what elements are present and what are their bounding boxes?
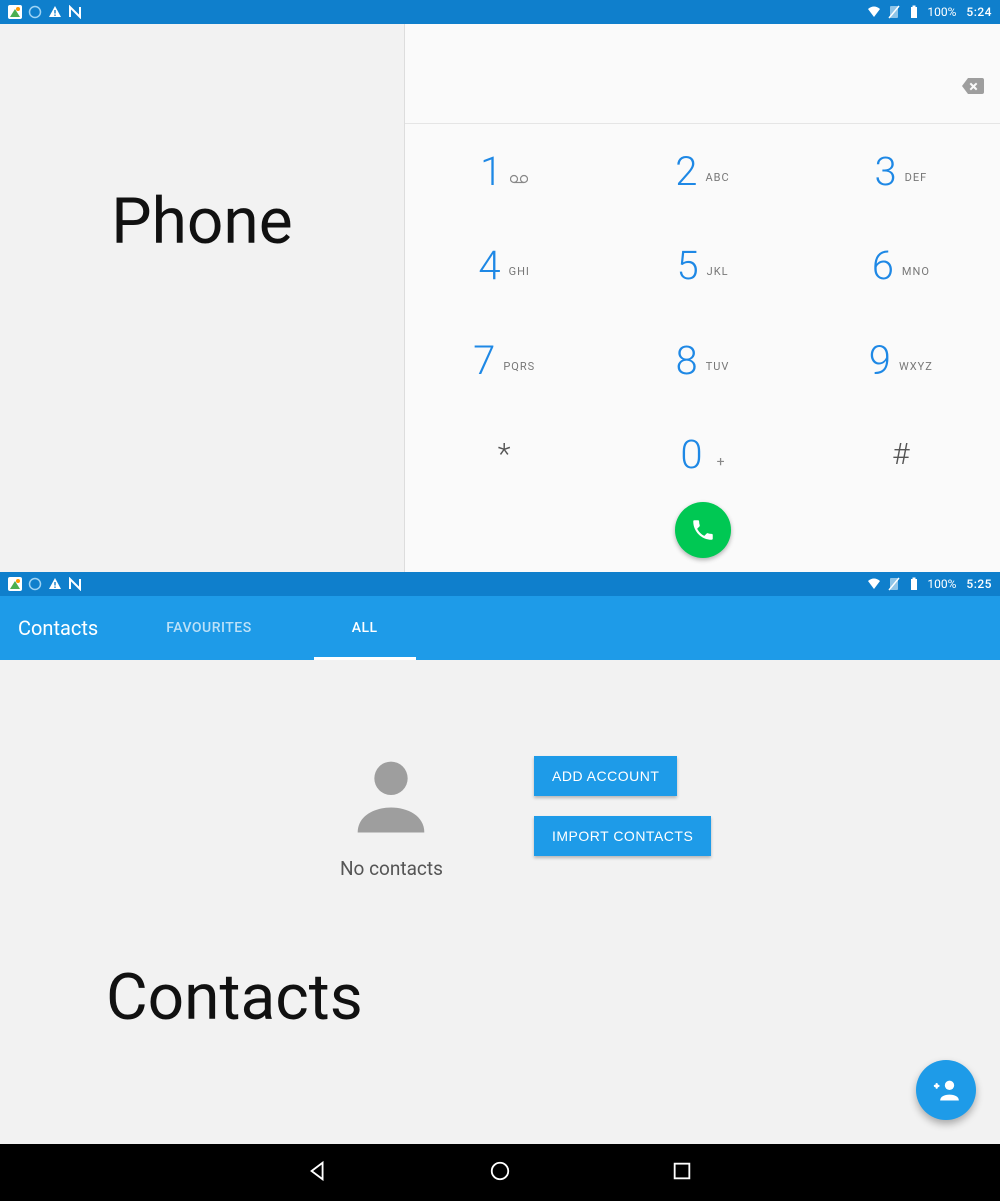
letters-9: WXYZ (899, 360, 933, 373)
dialpad-key-9[interactable]: 9 WXYZ (802, 313, 1000, 408)
letters-7: PQRS (503, 360, 535, 373)
no-sim-icon (887, 577, 901, 591)
warning-icon (48, 5, 62, 19)
dialpad-key-2[interactable]: 2 ABC (603, 124, 801, 219)
add-person-icon (932, 1076, 960, 1104)
dialpad-key-1[interactable]: 1 (405, 124, 603, 219)
tab-favourites[interactable]: FAVOURITES (116, 596, 301, 660)
letters-5: JKL (707, 265, 729, 278)
digit-2: 2 (675, 148, 697, 195)
letters-8: TUV (706, 360, 730, 373)
appbar-title: Contacts (0, 616, 116, 640)
android-navbar (0, 1144, 1000, 1201)
n-icon (68, 577, 82, 591)
plus-sign: + (717, 454, 725, 470)
dialpad-key-5[interactable]: 5 JKL (603, 219, 801, 314)
tab-all[interactable]: ALL (302, 596, 428, 660)
person-icon (341, 745, 441, 845)
dialpad-key-6[interactable]: 6 MNO (802, 219, 1000, 314)
digit-hash: # (892, 437, 909, 472)
digit-3: 3 (874, 148, 896, 195)
dialpad-key-4[interactable]: 4 GHI (405, 219, 603, 314)
letters-2: ABC (705, 171, 729, 184)
digit-9: 9 (869, 337, 891, 384)
digit-5: 5 (676, 242, 698, 289)
contacts-appbar: Contacts FAVOURITES ALL (0, 596, 1000, 660)
phone-caption: Phone (111, 184, 292, 259)
call-button[interactable] (675, 502, 731, 558)
battery-icon (907, 577, 921, 591)
add-account-button[interactable]: ADD ACCOUNT (534, 756, 677, 796)
dialpad-key-star[interactable]: * (405, 408, 603, 503)
wifi-icon (867, 5, 881, 19)
dialpad-key-8[interactable]: 8 TUV (603, 313, 801, 408)
dialer-pane: 1 2 ABC 3 DEF 4 GHI 5 JKL 6 MNO 7 PQRS 8 TUV 9W… (404, 24, 1000, 572)
dialpad: 1 2 ABC 3 DEF 4 GHI 5 JKL 6 MNO 7 PQRS 8 TUV 9W… (405, 124, 1000, 502)
battery-percent: 100% (927, 5, 956, 19)
nav-back-button[interactable] (307, 1160, 329, 1186)
digit-1: 1 (480, 148, 502, 195)
empty-text: No contacts (340, 857, 443, 880)
dialpad-key-7[interactable]: 7 PQRS (405, 313, 603, 408)
digit-0: 0 (680, 431, 702, 478)
warning-icon (48, 577, 62, 591)
clock: 5:25 (966, 577, 992, 591)
digit-6: 6 (872, 242, 894, 289)
contacts-caption: Contacts (106, 960, 363, 1035)
battery-percent: 100% (927, 577, 956, 591)
status-bar: 100% 5:25 (0, 572, 1000, 596)
digit-4: 4 (478, 242, 500, 289)
import-contacts-button[interactable]: IMPORT CONTACTS (534, 816, 711, 856)
letters-4: GHI (509, 265, 530, 278)
sync-icon (28, 577, 42, 591)
dialpad-key-3[interactable]: 3 DEF (802, 124, 1000, 219)
phone-left-pane: Phone (0, 24, 404, 572)
phone-icon (690, 517, 716, 543)
digit-7: 7 (473, 337, 495, 384)
no-sim-icon (887, 5, 901, 19)
battery-icon (907, 5, 921, 19)
empty-state: No contacts (340, 745, 443, 880)
voicemail-icon (510, 169, 528, 188)
n-icon (68, 5, 82, 19)
nav-recent-button[interactable] (671, 1160, 693, 1186)
digit-star: * (498, 437, 511, 472)
letters-3: DEF (905, 171, 928, 184)
dialpad-key-hash[interactable]: # (802, 408, 1000, 503)
letters-6: MNO (902, 265, 930, 278)
dialpad-key-0[interactable]: 0+ (603, 408, 801, 503)
status-bar: 100% 5:24 (0, 0, 1000, 24)
app-icon (8, 577, 22, 591)
clock: 5:24 (966, 5, 992, 19)
backspace-button[interactable] (960, 74, 984, 102)
sync-icon (28, 5, 42, 19)
dial-number-display (405, 24, 1000, 124)
digit-8: 8 (676, 337, 698, 384)
add-contact-fab[interactable] (916, 1060, 976, 1120)
wifi-icon (867, 577, 881, 591)
nav-home-button[interactable] (489, 1160, 511, 1186)
app-icon (8, 5, 22, 19)
